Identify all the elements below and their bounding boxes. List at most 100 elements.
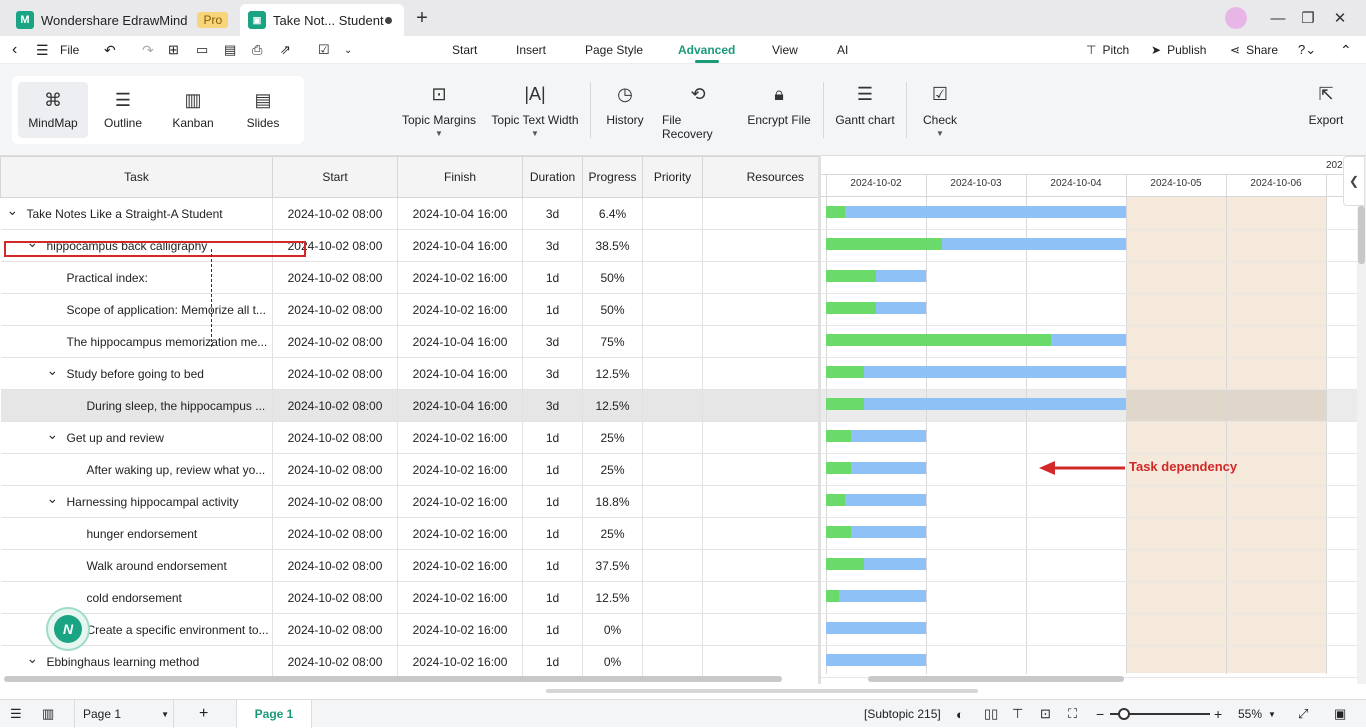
presentation-icon[interactable]: ⊤ <box>1012 700 1023 728</box>
finish-cell[interactable]: 2024-10-02 16:00 <box>397 293 523 326</box>
menu-tab-advanced[interactable]: Advanced <box>678 36 735 64</box>
priority-cell[interactable] <box>642 581 703 614</box>
gantt-task-bar[interactable] <box>826 622 926 634</box>
duration-cell[interactable]: 3d <box>522 197 583 230</box>
selected-task-bar-outline[interactable] <box>4 241 306 257</box>
gantt-task-bar[interactable] <box>826 558 926 570</box>
duration-cell[interactable]: 1d <box>522 421 583 454</box>
file-recovery-button[interactable]: ⟲ File Recovery <box>662 84 734 144</box>
collapse-ribbon-icon[interactable]: ⌃ <box>1340 36 1352 64</box>
resources-cell[interactable] <box>702 645 818 676</box>
table-row[interactable]: ⌄ Get up and review 2024-10-02 08:00 2024-1… <box>0 421 818 454</box>
task-cell[interactable]: ⌄ Ebbinghaus learning method <box>0 645 273 676</box>
duration-cell[interactable]: 1d <box>522 517 583 550</box>
view-outline-button[interactable]: ☰ Outline <box>88 82 158 138</box>
share-button[interactable]: ⋖ Share <box>1230 36 1278 64</box>
encrypt-file-button[interactable]: 🔒︎ Encrypt File <box>746 84 812 144</box>
duration-cell[interactable]: 1d <box>522 453 583 486</box>
start-cell[interactable]: 2024-10-02 08:00 <box>272 357 398 390</box>
export-share-icon[interactable]: ⇗ <box>280 36 291 64</box>
start-cell[interactable]: 2024-10-02 08:00 <box>272 549 398 582</box>
finish-cell[interactable]: 2024-10-02 16:00 <box>397 549 523 582</box>
start-cell[interactable]: 2024-10-02 08:00 <box>272 581 398 614</box>
priority-cell[interactable] <box>642 357 703 390</box>
gantt-task-bar[interactable] <box>826 270 926 282</box>
duration-cell[interactable]: 1d <box>522 293 583 326</box>
zoom-out-icon[interactable]: − <box>1096 700 1104 728</box>
column-header-task[interactable]: Task <box>0 156 273 198</box>
progress-cell[interactable]: 50% <box>582 293 643 326</box>
zoom-level[interactable]: 55% ▼ <box>1238 700 1276 728</box>
gantt-task-bar[interactable] <box>826 494 926 506</box>
topic-text-width-button[interactable]: |A| Topic Text Width ▼ <box>490 84 580 144</box>
finish-cell[interactable]: 2024-10-02 16:00 <box>397 453 523 486</box>
progress-cell[interactable]: 0% <box>582 645 643 676</box>
gantt-task-bar[interactable] <box>826 526 926 538</box>
add-page-icon[interactable]: + <box>199 700 208 728</box>
start-cell[interactable]: 2024-10-02 08:00 <box>272 485 398 518</box>
start-cell[interactable]: 2024-10-02 08:00 <box>272 325 398 358</box>
task-cell[interactable]: Scope of application: Memorize all t... <box>0 293 273 326</box>
chevron-down-icon[interactable]: ⌄ <box>27 650 41 667</box>
chevron-down-icon[interactable]: ⌄ <box>7 202 21 219</box>
task-cell[interactable]: During sleep, the hippocampus ... <box>0 389 273 422</box>
priority-cell[interactable] <box>642 453 703 486</box>
open-folder-icon[interactable]: ▭ <box>196 36 208 64</box>
vertical-scrollbar[interactable] <box>1357 156 1366 684</box>
menu-tab-ai[interactable]: AI <box>837 36 848 64</box>
finish-cell[interactable]: 2024-10-02 16:00 <box>397 261 523 294</box>
progress-cell[interactable]: 38.5% <box>582 229 643 262</box>
progress-cell[interactable]: 25% <box>582 453 643 486</box>
chevron-down-icon[interactable]: ⌄ <box>47 490 61 507</box>
document-tab[interactable]: ▣ Take Not... Student <box>240 4 404 36</box>
print-icon[interactable]: ⎙ <box>252 36 262 64</box>
table-row[interactable]: Practical index: 2024-10-02 08:00 2024-10-… <box>0 261 818 294</box>
finish-cell[interactable]: 2024-10-04 16:00 <box>397 197 523 230</box>
duration-cell[interactable]: 1d <box>522 549 583 582</box>
menu-tab-insert[interactable]: Insert <box>516 36 546 64</box>
priority-cell[interactable] <box>642 421 703 454</box>
table-row[interactable]: hunger endorsement 2024-10-02 08:00 2024-1… <box>0 517 818 550</box>
menu-tab-page-style[interactable]: Page Style <box>585 36 643 64</box>
new-file-icon[interactable]: ⊞ <box>168 36 179 64</box>
column-header-resources[interactable]: Resources <box>702 156 818 198</box>
restore-icon[interactable]: ❐ <box>1292 0 1324 36</box>
finish-cell[interactable]: 2024-10-02 16:00 <box>397 613 523 646</box>
task-dependency-link[interactable] <box>211 249 212 347</box>
table-row[interactable]: ⌄ Study before going to bed 2024-10-02 08:… <box>0 357 818 390</box>
task-cell[interactable]: ⌄ Harnessing hippocampal activity <box>0 485 273 518</box>
finish-cell[interactable]: 2024-10-02 16:00 <box>397 485 523 518</box>
column-header-finish[interactable]: Finish <box>397 156 523 198</box>
task-cell[interactable]: ⌄ Study before going to bed <box>0 357 273 390</box>
progress-cell[interactable]: 12.5% <box>582 581 643 614</box>
finish-cell[interactable]: 2024-10-02 16:00 <box>397 645 523 676</box>
resources-cell[interactable] <box>702 581 818 614</box>
gantt-chart-button[interactable]: ☰ Gantt chart <box>834 84 896 144</box>
task-cell[interactable]: Walk around endorsement <box>0 549 273 582</box>
grid-horizontal-scrollbar[interactable] <box>4 676 782 682</box>
task-cell[interactable]: The hippocampus memorization me... <box>0 325 273 358</box>
finish-cell[interactable]: 2024-10-04 16:00 <box>397 389 523 422</box>
gantt-task-bar[interactable] <box>826 238 1126 250</box>
resources-cell[interactable] <box>702 293 818 326</box>
table-row[interactable]: Scope of application: Memorize all t... 2… <box>0 293 818 326</box>
theme-icon[interactable]: ◐ <box>956 700 964 728</box>
pitch-button[interactable]: ⊤ Pitch <box>1086 36 1129 64</box>
progress-cell[interactable]: 6.4% <box>582 197 643 230</box>
progress-cell[interactable]: 0% <box>582 613 643 646</box>
view-kanban-button[interactable]: ▥ Kanban <box>158 82 228 138</box>
progress-cell[interactable]: 75% <box>582 325 643 358</box>
resources-cell[interactable] <box>702 229 818 262</box>
resources-cell[interactable] <box>702 549 818 582</box>
start-cell[interactable]: 2024-10-02 08:00 <box>272 389 398 422</box>
gantt-task-bar[interactable] <box>826 398 1126 410</box>
book-view-icon[interactable]: ▯▯ <box>984 700 998 728</box>
export-button[interactable]: ⇱ Export <box>1304 84 1348 144</box>
progress-cell[interactable]: 37.5% <box>582 549 643 582</box>
close-icon[interactable]: ✕ <box>1324 0 1356 36</box>
priority-cell[interactable] <box>642 261 703 294</box>
table-row[interactable]: ⌄ Harnessing hippocampal activity 2024-10-… <box>0 485 818 518</box>
priority-cell[interactable] <box>642 485 703 518</box>
priority-cell[interactable] <box>642 197 703 230</box>
more-tools-icon[interactable]: ⌄ <box>344 36 352 64</box>
